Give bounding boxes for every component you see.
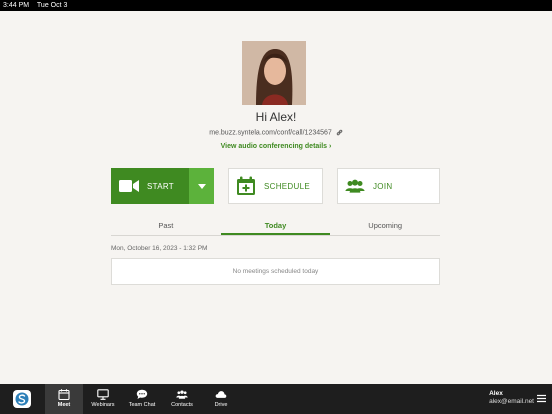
date-header: Mon, October 16, 2023 - 1:32 PM	[111, 245, 208, 252]
greeting-title: Hi Alex!	[255, 110, 297, 124]
start-button[interactable]: START	[111, 168, 189, 204]
app-logo[interactable]	[13, 390, 31, 408]
bottom-navigation-bar: Meet Webinars Team Chat Contacts Drive A…	[0, 384, 552, 414]
avatar	[242, 41, 306, 105]
status-time: 3:44 PM	[3, 2, 30, 9]
cloud-icon	[215, 391, 227, 398]
group-join-icon	[345, 179, 365, 193]
meeting-tabs: Past Today Upcoming	[111, 218, 440, 236]
schedule-button[interactable]: SCHEDULE	[228, 168, 323, 204]
user-name: Alex	[489, 390, 503, 397]
nav-meet-label: Meet	[57, 402, 71, 408]
nav-drive-label: Drive	[214, 402, 228, 408]
empty-meetings-card: No meetings scheduled today	[111, 258, 440, 285]
audio-details-link[interactable]: View audio conferencing details ›	[0, 143, 552, 150]
tab-upcoming[interactable]: Upcoming	[330, 218, 440, 235]
audio-details-label[interactable]: View audio conferencing details	[221, 143, 327, 150]
video-camera-icon	[119, 180, 139, 192]
join-label: JOIN	[373, 181, 393, 191]
meeting-url[interactable]: me.buzz.syntela.com/conf/call/1234567	[0, 129, 552, 136]
people-icon	[176, 390, 188, 399]
start-label: START	[147, 181, 174, 191]
join-button[interactable]: JOIN	[337, 168, 440, 204]
chat-bubble-icon	[136, 389, 148, 399]
calendar-add-icon	[237, 176, 255, 195]
tab-past[interactable]: Past	[111, 218, 221, 235]
avatar-photo	[242, 41, 306, 105]
start-options-dropdown[interactable]	[189, 168, 214, 204]
nav-webinars[interactable]: Webinars	[84, 384, 122, 414]
user-email: alex@email.net	[489, 398, 534, 405]
nav-contacts-label: Contacts	[171, 402, 193, 408]
monitor-icon	[97, 389, 109, 400]
tab-today[interactable]: Today	[220, 218, 331, 235]
caret-down-icon	[197, 183, 206, 189]
empty-meetings-message: No meetings scheduled today	[232, 268, 319, 275]
nav-meet[interactable]: Meet	[45, 384, 83, 414]
syntela-logo-icon	[15, 392, 29, 406]
hamburger-menu-icon[interactable]	[537, 394, 546, 403]
calendar-icon	[58, 389, 70, 400]
user-info[interactable]: Alex alex@email.net	[489, 390, 534, 405]
nav-contacts[interactable]: Contacts	[163, 384, 201, 414]
nav-team-chat[interactable]: Team Chat	[123, 384, 161, 414]
nav-webinars-label: Webinars	[91, 402, 115, 408]
schedule-label: SCHEDULE	[264, 181, 310, 191]
link-icon[interactable]	[336, 129, 343, 136]
nav-team-chat-label: Team Chat	[128, 402, 156, 408]
status-date: Tue Oct 3	[36, 2, 68, 9]
meeting-url-text[interactable]: me.buzz.syntela.com/conf/call/1234567	[209, 129, 332, 136]
status-bar: 3:44 PM Tue Oct 3	[0, 0, 552, 11]
nav-drive[interactable]: Drive	[202, 384, 240, 414]
chevron-right-icon: ›	[329, 143, 332, 150]
